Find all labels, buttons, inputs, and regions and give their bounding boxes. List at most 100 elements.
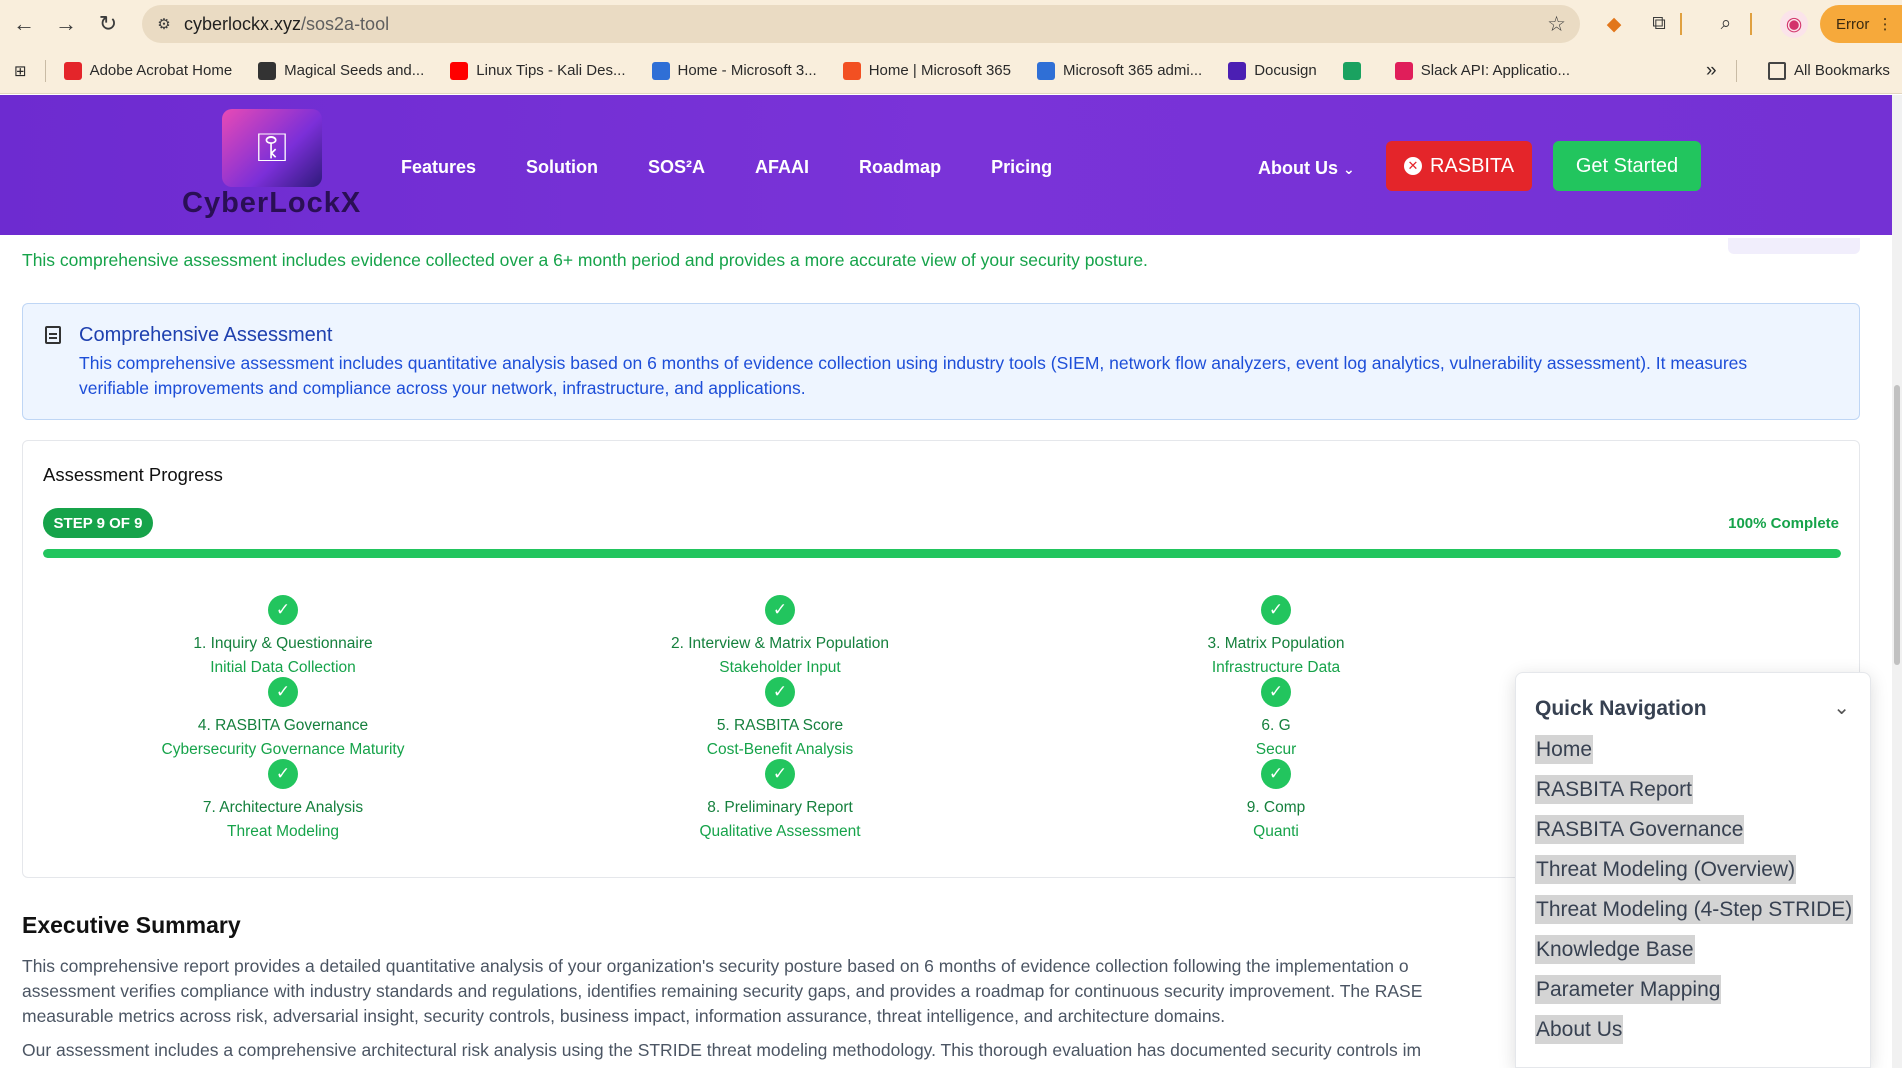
bookmark-label: Microsoft 365 admi... [1062, 62, 1203, 79]
quick-nav-link[interactable]: About Us [1535, 1015, 1624, 1044]
progress-step: ✓ 7. Architecture Analysis Threat Modeling [103, 759, 463, 841]
step-subtitle: Threat Modeling [226, 823, 339, 840]
check-icon: ✓ [268, 759, 298, 789]
page-scrollbar[interactable] [1892, 95, 1902, 1068]
quick-nav-link[interactable]: Knowledge Base [1535, 935, 1695, 964]
toolbar-divider [1750, 13, 1752, 35]
more-bookmarks-icon[interactable]: » [1706, 60, 1717, 82]
profile-error-label: Error [1836, 15, 1870, 33]
step-name: 7. Architecture Analysis [202, 799, 364, 816]
quick-nav-link[interactable]: RASBITA Governance [1535, 815, 1745, 844]
all-bookmarks-label: All Bookmarks [1794, 62, 1890, 79]
bookmark-item[interactable]: Magical Seeds and... [258, 61, 424, 80]
step-badge: STEP 9 OF 9 [43, 508, 153, 538]
bookmarks-bar: ⊞ Adobe Acrobat Home Magical Seeds and...… [0, 48, 1902, 94]
exec-line: assessment verifies compliance with indu… [22, 981, 1423, 1001]
step-name: 9. Comp [1246, 799, 1306, 816]
close-circle-icon: ✕ [1403, 157, 1422, 175]
about-us-label: About Us [1258, 158, 1338, 178]
check-icon: ✓ [1261, 595, 1291, 625]
check-icon: ✓ [765, 759, 795, 789]
bookmark-item[interactable] [1342, 61, 1369, 80]
site-nav-item[interactable]: Pricing [991, 157, 1052, 178]
bookmark-favicon-icon [450, 61, 469, 80]
quick-nav-link[interactable]: Threat Modeling (4-Step STRIDE) [1535, 895, 1854, 924]
bookmark-item[interactable]: Docusign [1228, 61, 1317, 80]
bookmark-label: Slack API: Applicatio... [1420, 62, 1570, 79]
check-icon: ✓ [1261, 759, 1291, 789]
address-bar[interactable]: ⚙ cyberlockx.xyz/sos2a-tool ☆ [142, 5, 1580, 43]
chevron-down-icon[interactable]: ⌄ [1833, 695, 1850, 720]
metamask-icon[interactable]: ◆ [1600, 10, 1628, 38]
bookmark-item[interactable]: Home | Microsoft 365 [842, 61, 1011, 80]
reload-icon[interactable]: ↻ [90, 6, 126, 42]
scroll-thumb[interactable] [1894, 385, 1900, 665]
bookmark-star-icon[interactable]: ☆ [1547, 12, 1566, 37]
exec-line: This comprehensive report provides a det… [22, 956, 1409, 976]
site-nav-item[interactable]: Solution [526, 157, 598, 178]
back-arrow-icon[interactable]: ← [6, 6, 42, 42]
quick-nav-link[interactable]: RASBITA Report [1535, 775, 1694, 804]
apps-grid-icon[interactable]: ⊞ [14, 62, 27, 80]
bookmark-item[interactable]: Adobe Acrobat Home [63, 61, 232, 80]
quick-nav-link[interactable]: Threat Modeling (Overview) [1535, 855, 1797, 884]
bookmark-favicon-icon [63, 61, 82, 80]
logo-text[interactable]: CyberLockX [182, 187, 361, 220]
progress-bar [43, 549, 1841, 558]
percent-complete: 100% Complete [1728, 515, 1839, 532]
site-info-icon[interactable]: ⚙ [150, 10, 178, 38]
progress-step: ✓ 8. Preliminary Report Qualitative Assess… [600, 759, 960, 841]
step-name: 3. Matrix Population [1207, 635, 1345, 652]
step-subtitle: Infrastructure Data [1211, 659, 1341, 676]
check-icon: ✓ [765, 595, 795, 625]
about-us-menu[interactable]: About Us ⌄ [1258, 158, 1355, 179]
quick-nav-row: RASBITA Governance [1535, 815, 1853, 855]
check-icon: ✓ [765, 677, 795, 707]
step-subtitle: Quanti [1253, 823, 1299, 840]
profile-error-button[interactable]: Error ⋮ [1820, 5, 1902, 43]
progress-step: ✓ 4. RASBITA Governance Cybersecurity Gove… [103, 677, 463, 759]
hidden-panel-tab [1728, 238, 1860, 254]
progress-step: ✓ 5. RASBITA Score Cost-Benefit Analysis [600, 677, 960, 759]
progress-step: ✓ 3. Matrix Population Infrastructure Data [1096, 595, 1456, 677]
bookmark-label: Home - Microsoft 3... [677, 62, 817, 79]
tab-search-icon[interactable]: ⌕ [1712, 10, 1740, 38]
logo-keyhole-icon[interactable]: ⚿ [222, 109, 322, 187]
extensions-icon[interactable]: ⧉ [1645, 10, 1673, 38]
get-started-label: Get Started [1575, 154, 1679, 177]
toolbar-divider [1680, 13, 1682, 35]
quick-navigation-title: Quick Navigation [1535, 697, 1707, 720]
site-nav-item[interactable]: Features [401, 157, 476, 178]
bookmark-divider [1736, 59, 1737, 82]
forward-arrow-icon[interactable]: → [48, 6, 84, 42]
check-icon: ✓ [268, 677, 298, 707]
bookmark-item[interactable]: Microsoft 365 admi... [1036, 61, 1203, 80]
step-name: 8. Preliminary Report [707, 799, 853, 816]
site-nav-item[interactable]: SOS²A [648, 157, 705, 178]
url-text[interactable]: cyberlockx.xyz/sos2a-tool [184, 14, 389, 35]
bookmark-item[interactable]: Home - Microsoft 3... [651, 61, 817, 80]
info-box-title: Comprehensive Assessment [79, 324, 333, 346]
profile-avatar-icon[interactable]: ◉ [1780, 10, 1808, 38]
step-name: 5. RASBITA Score [716, 717, 844, 734]
site-nav-item[interactable]: Roadmap [859, 157, 941, 178]
rasbita-button-label: RASBITA [1429, 154, 1515, 177]
bookmark-divider [44, 59, 46, 82]
rasbita-button[interactable]: ✕ RASBITA [1386, 141, 1532, 191]
quick-nav-row: RASBITA Report [1535, 775, 1853, 815]
get-started-button[interactable]: Get Started [1553, 141, 1701, 191]
url-host: cyberlockx.xyz [184, 13, 302, 34]
quick-nav-row: About Us [1535, 1015, 1853, 1055]
step-name: 2. Interview & Matrix Population [671, 635, 889, 652]
quick-nav-row: Home [1535, 735, 1853, 775]
step-name: 4. RASBITA Governance [197, 717, 369, 734]
bookmark-list: Adobe Acrobat Home Magical Seeds and... Li… [63, 61, 1596, 80]
bookmark-item[interactable]: Slack API: Applicatio... [1394, 61, 1570, 80]
bookmark-item[interactable]: Linux Tips - Kali Des... [450, 61, 626, 80]
site-nav-item[interactable]: AFAAI [755, 157, 809, 178]
all-bookmarks-button[interactable]: All Bookmarks [1768, 61, 1890, 80]
check-icon: ✓ [268, 595, 298, 625]
step-name: 1. Inquiry & Questionnaire [193, 635, 373, 652]
quick-nav-link[interactable]: Home [1535, 735, 1594, 764]
quick-nav-link[interactable]: Parameter Mapping [1535, 975, 1722, 1004]
